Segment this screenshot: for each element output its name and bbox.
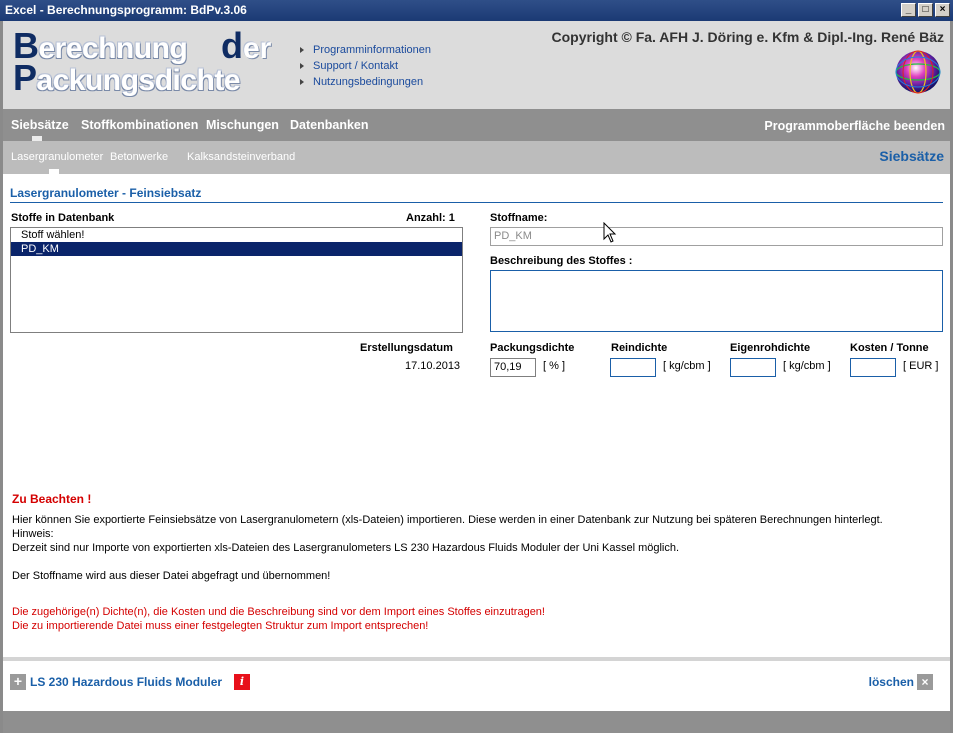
subnav-lasergranulometer[interactable]: Lasergranulometer bbox=[11, 151, 103, 163]
app-logo: Berechnung der Packungsdichte bbox=[13, 25, 283, 99]
note-line: Hinweis: bbox=[12, 528, 54, 540]
eigenrohdichte-unit: [ kg/cbm ] bbox=[783, 360, 831, 372]
notes-title: Zu Beachten ! bbox=[12, 492, 92, 506]
section-label: Siebsätze bbox=[879, 148, 944, 164]
stoffname-label: Stoffname: bbox=[490, 212, 548, 224]
logo-text-der: er bbox=[243, 32, 272, 65]
mouse-cursor-icon bbox=[603, 222, 617, 243]
footer-divider bbox=[3, 657, 950, 661]
window-controls: _ □ × bbox=[901, 3, 950, 17]
note-line-warning: Die zu importierende Datei muss einer fe… bbox=[12, 620, 429, 632]
plus-icon[interactable]: + bbox=[10, 674, 26, 690]
arrow-right-icon bbox=[300, 63, 304, 69]
packungsdichte-label: Packungsdichte bbox=[490, 342, 575, 354]
beschreibung-textarea[interactable] bbox=[490, 270, 943, 332]
link-nutzungsbedingungen[interactable]: Nutzungsbedingungen bbox=[300, 74, 431, 90]
note-line: Hier können Sie exportierte Feinsiebsätz… bbox=[12, 514, 883, 526]
logo-cap-p: P bbox=[13, 57, 37, 98]
link-programminformationen[interactable]: Programminformationen bbox=[300, 42, 431, 58]
reindichte-unit: [ kg/cbm ] bbox=[663, 360, 711, 372]
packungsdichte-field[interactable]: 70,19 bbox=[490, 358, 536, 377]
stoffname-field[interactable]: PD_KM bbox=[490, 227, 943, 246]
list-item-selected[interactable]: PD_KM bbox=[11, 242, 462, 256]
import-module-button[interactable]: LS 230 Hazardous Fluids Moduler bbox=[30, 675, 222, 689]
reindichte-field[interactable] bbox=[610, 358, 656, 377]
header-links: Programminformationen Support / Kontakt … bbox=[300, 42, 431, 90]
subnav-kalksandsteinverband[interactable]: Kalksandsteinverband bbox=[187, 151, 295, 163]
arrow-right-icon bbox=[300, 47, 304, 53]
delete-button[interactable]: löschen bbox=[869, 675, 914, 689]
copyright-text: Copyright © Fa. AFH J. Döring e. Kfm & D… bbox=[551, 29, 944, 45]
main-nav: Siebsätze Stoffkombinationen Mischungen … bbox=[3, 109, 950, 141]
logo-line-2: Packungsdichte bbox=[13, 57, 241, 99]
nav-siebsaetze[interactable]: Siebsätze bbox=[11, 118, 69, 132]
page-title: Lasergranulometer - Feinsiebsatz bbox=[10, 186, 202, 200]
nav-stoffkombinationen[interactable]: Stoffkombinationen bbox=[81, 118, 198, 132]
app-header: Berechnung der Packungsdichte Programmin… bbox=[3, 21, 950, 109]
delete-icon[interactable]: × bbox=[917, 674, 933, 690]
reindichte-label: Reindichte bbox=[611, 342, 668, 354]
minimize-button[interactable]: _ bbox=[901, 3, 916, 17]
title-divider bbox=[10, 202, 943, 203]
note-line: Derzeit sind nur Importe von exportierte… bbox=[12, 542, 680, 554]
list-item[interactable]: Stoff wählen! bbox=[11, 228, 462, 242]
subnav-betonwerke[interactable]: Betonwerke bbox=[110, 151, 168, 163]
beschreibung-label: Beschreibung des Stoffes : bbox=[490, 255, 633, 267]
list-label: Stoffe in Datenbank bbox=[11, 212, 115, 224]
link-label[interactable]: Support / Kontakt bbox=[313, 60, 398, 72]
link-label[interactable]: Programminformationen bbox=[313, 44, 431, 56]
globe-logo-icon bbox=[895, 50, 941, 94]
eigenrohdichte-label: Eigenrohdichte bbox=[730, 342, 811, 354]
note-line: Der Stoffname wird aus dieser Datei abge… bbox=[12, 570, 331, 582]
kosten-unit: [ EUR ] bbox=[903, 360, 939, 372]
link-label[interactable]: Nutzungsbedingungen bbox=[313, 76, 423, 88]
eigenrohdichte-field[interactable] bbox=[730, 358, 776, 377]
info-icon[interactable]: i bbox=[234, 674, 250, 690]
logo-text-2: ackungsdichte bbox=[36, 64, 241, 97]
kosten-field[interactable] bbox=[850, 358, 896, 377]
subnav-active-indicator bbox=[49, 169, 59, 174]
erstellungsdatum-value: 17.10.2013 bbox=[405, 360, 461, 372]
sub-nav: Lasergranulometer Betonwerke Kalksandste… bbox=[3, 141, 950, 174]
nav-datenbanken[interactable]: Datenbanken bbox=[290, 118, 369, 132]
stoffe-listbox[interactable]: Stoff wählen! PD_KM bbox=[10, 227, 463, 333]
note-line-warning: Die zugehörige(n) Dichte(n), die Kosten … bbox=[12, 606, 545, 618]
arrow-right-icon bbox=[300, 79, 304, 85]
link-support-kontakt[interactable]: Support / Kontakt bbox=[300, 58, 431, 74]
app-frame: Berechnung der Packungsdichte Programmin… bbox=[0, 21, 953, 733]
exit-program-button[interactable]: Programmoberfläche beenden bbox=[764, 119, 945, 133]
window-title: Excel - Berechnungsprogramm: BdPv.3.06 bbox=[5, 3, 247, 17]
window-titlebar: Excel - Berechnungsprogramm: BdPv.3.06 _… bbox=[0, 0, 953, 21]
maximize-button[interactable]: □ bbox=[918, 3, 933, 17]
kosten-label: Kosten / Tonne bbox=[850, 342, 929, 354]
bottom-bar bbox=[3, 711, 950, 733]
count-label: Anzahl: 1 bbox=[406, 212, 455, 224]
packungsdichte-unit: [ % ] bbox=[543, 360, 566, 372]
close-button[interactable]: × bbox=[935, 3, 950, 17]
erstellungsdatum-label: Erstellungsdatum bbox=[360, 342, 453, 354]
nav-mischungen[interactable]: Mischungen bbox=[206, 118, 279, 132]
